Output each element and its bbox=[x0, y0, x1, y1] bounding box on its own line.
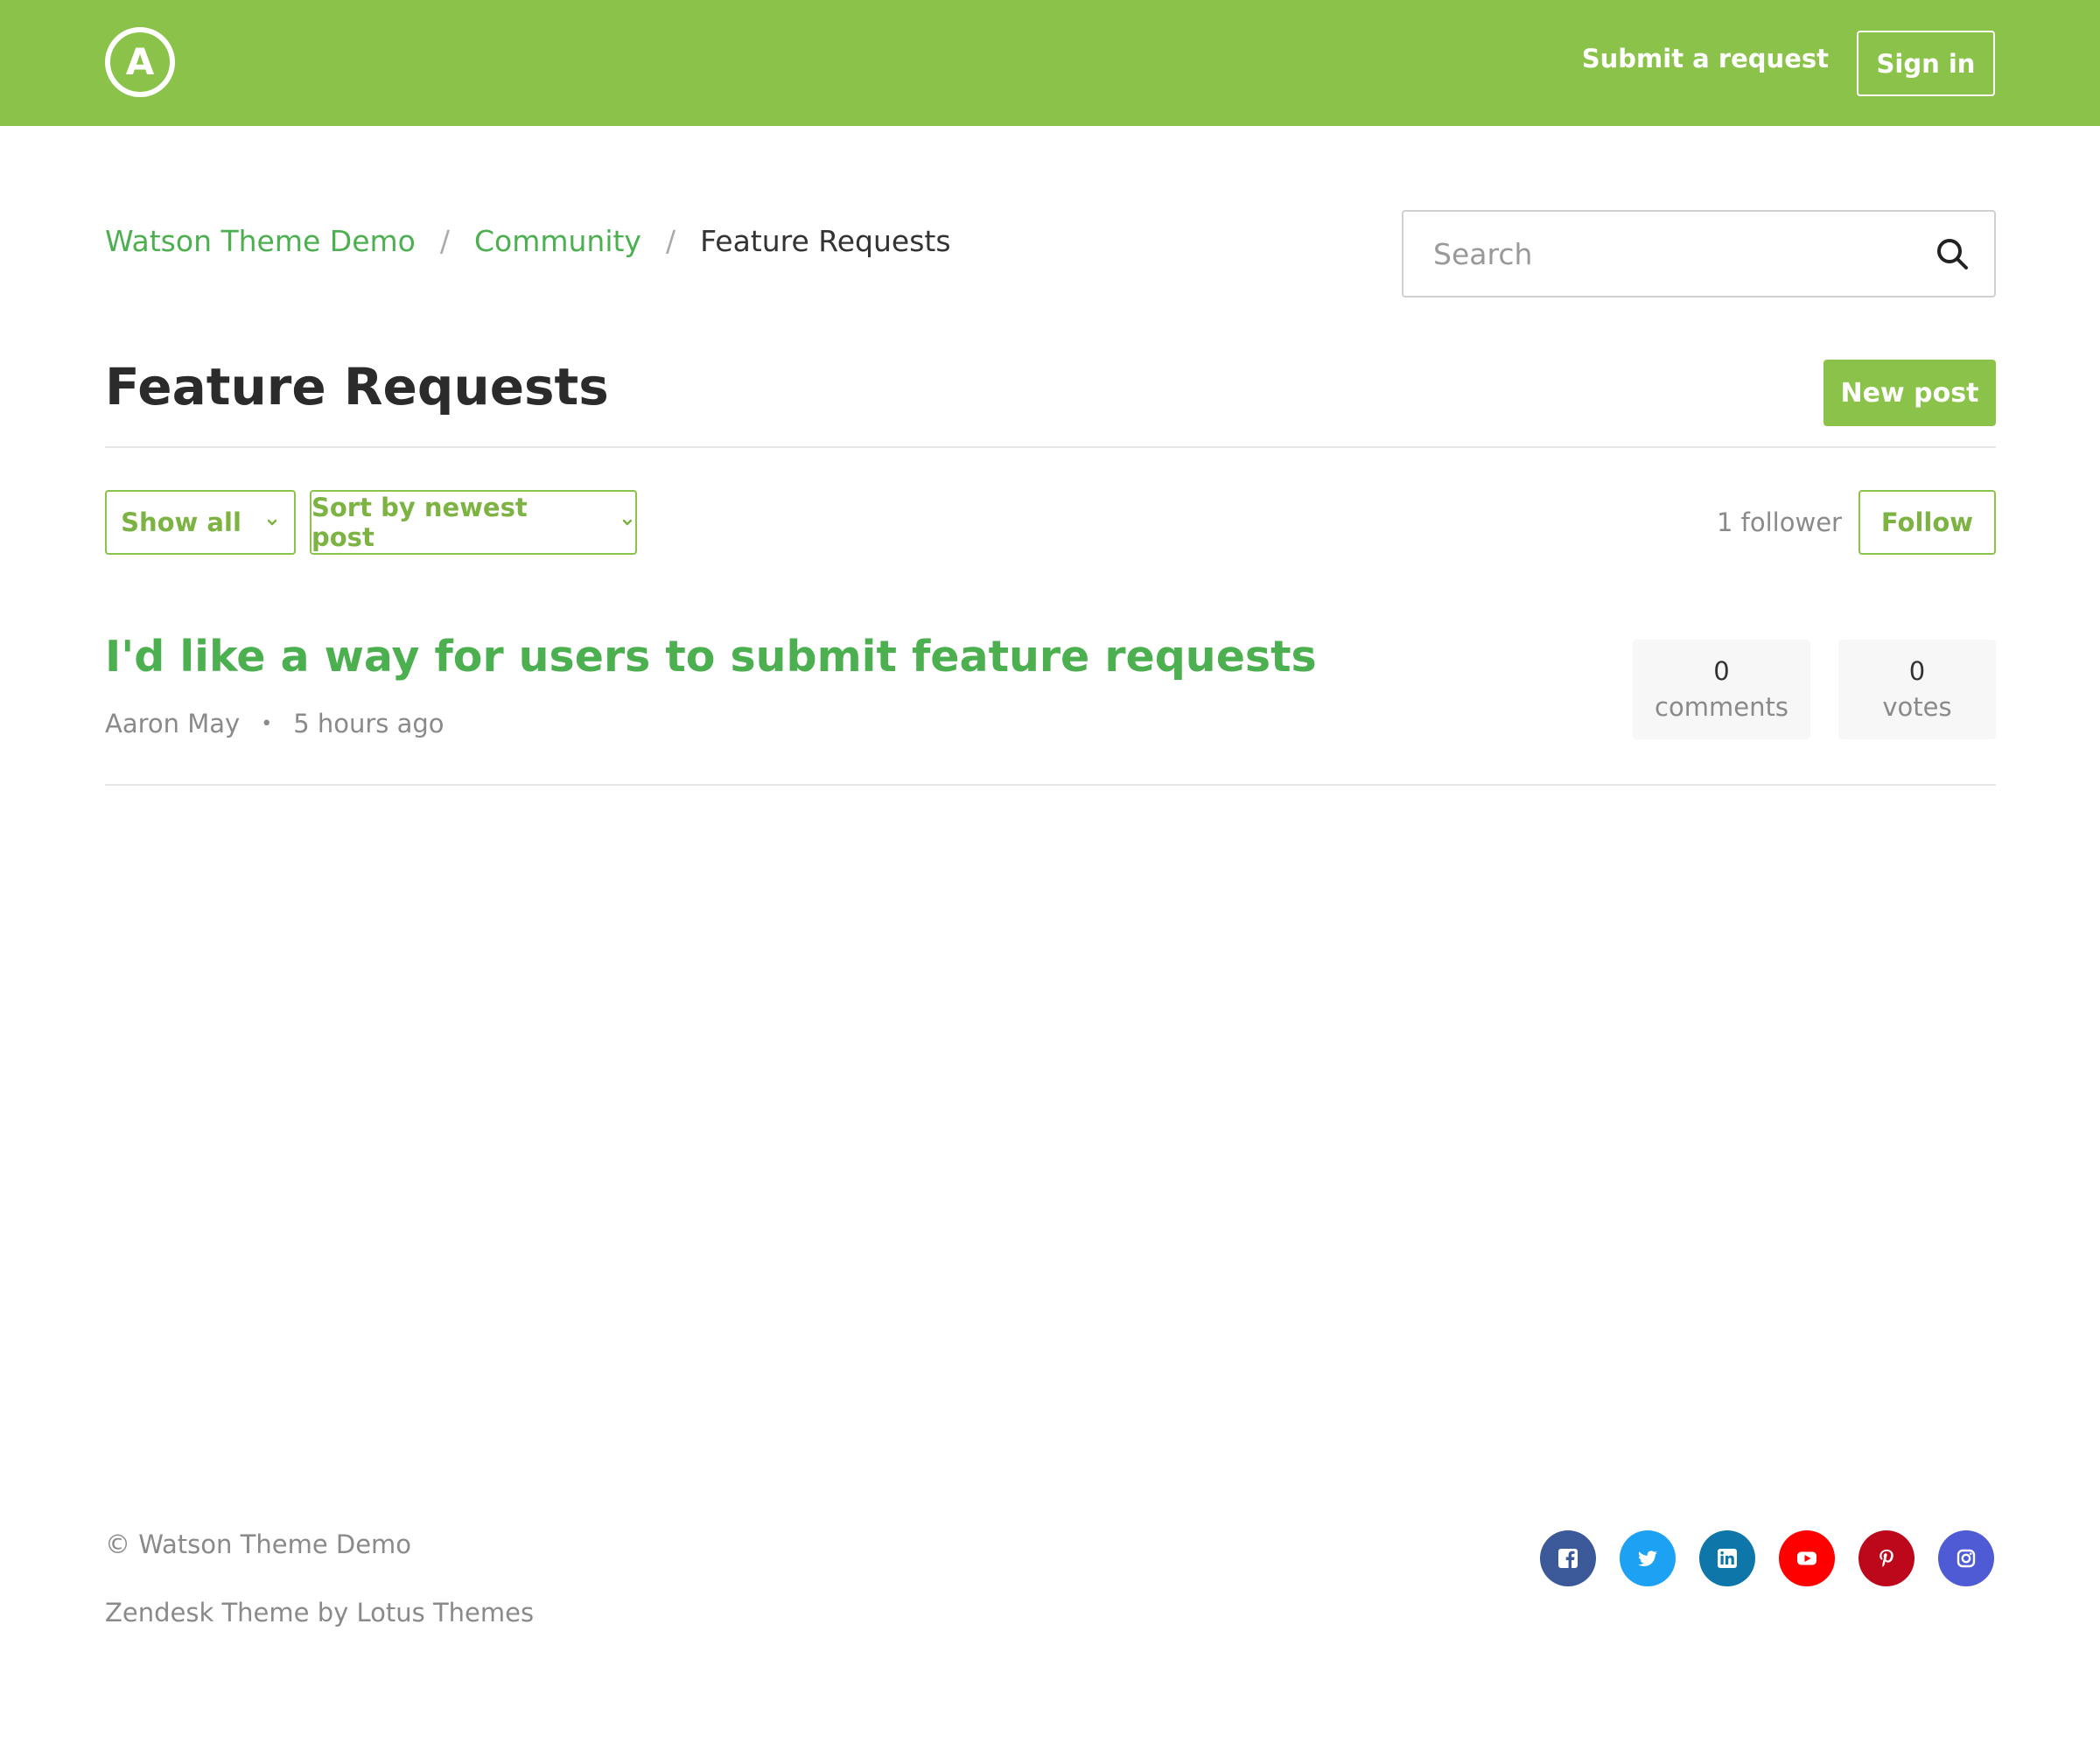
search-box bbox=[1402, 210, 1996, 298]
footer-copyright: © Watson Theme Demo bbox=[105, 1530, 412, 1559]
chevron-down-icon bbox=[622, 519, 633, 526]
instagram-glyph bbox=[1956, 1549, 1976, 1568]
votes-stat: 0 votes bbox=[1838, 640, 1996, 739]
new-post-button[interactable]: New post bbox=[1824, 360, 1996, 426]
comments-label: comments bbox=[1655, 692, 1788, 722]
post-time: 5 hours ago bbox=[293, 709, 444, 738]
instagram-icon[interactable] bbox=[1938, 1530, 1994, 1586]
twitter-icon[interactable] bbox=[1620, 1530, 1676, 1586]
post-author[interactable]: Aaron May bbox=[105, 709, 240, 738]
search-input[interactable] bbox=[1432, 235, 1890, 272]
sort-label: Sort by newest post bbox=[312, 493, 528, 552]
comments-count: 0 bbox=[1713, 656, 1730, 687]
post-title-link[interactable]: I'd like a way for users to submit featu… bbox=[105, 632, 1317, 682]
breadcrumb: Watson Theme Demo / Community / Feature … bbox=[105, 224, 951, 258]
divider bbox=[105, 446, 1996, 448]
breadcrumb-separator: / bbox=[439, 224, 450, 258]
logo-letter: A bbox=[125, 40, 155, 83]
show-all-label: Show all bbox=[121, 508, 242, 537]
sort-dropdown[interactable]: Sort by newest post bbox=[310, 490, 637, 555]
youtube-icon[interactable] bbox=[1779, 1530, 1835, 1586]
chevron-down-icon bbox=[267, 519, 277, 526]
search-icon[interactable] bbox=[1935, 236, 1970, 271]
divider bbox=[105, 784, 1996, 786]
page-title: Feature Requests bbox=[105, 357, 609, 416]
youtube-glyph bbox=[1797, 1551, 1816, 1565]
twitter-glyph bbox=[1638, 1550, 1657, 1566]
votes-label: votes bbox=[1882, 692, 1952, 722]
comments-stat: 0 comments bbox=[1633, 640, 1810, 739]
follow-button[interactable]: Follow bbox=[1858, 490, 1996, 555]
facebook-icon[interactable] bbox=[1540, 1530, 1596, 1586]
breadcrumb-item-current: Feature Requests bbox=[700, 224, 951, 258]
site-header: A Submit a request Sign in bbox=[0, 0, 2100, 126]
show-all-dropdown[interactable]: Show all bbox=[105, 490, 296, 555]
facebook-glyph bbox=[1558, 1549, 1578, 1568]
breadcrumb-separator: / bbox=[665, 224, 676, 258]
footer-credit-link[interactable]: Zendesk Theme by Lotus Themes bbox=[105, 1598, 534, 1628]
linkedin-icon[interactable] bbox=[1699, 1530, 1755, 1586]
breadcrumb-item-community[interactable]: Community bbox=[474, 224, 641, 258]
pinterest-icon[interactable] bbox=[1858, 1530, 1914, 1586]
follower-count: 1 follower bbox=[1717, 508, 1842, 537]
post-meta: Aaron May • 5 hours ago bbox=[105, 709, 444, 738]
votes-count: 0 bbox=[1908, 656, 1926, 687]
breadcrumb-item-home[interactable]: Watson Theme Demo bbox=[105, 224, 416, 258]
pinterest-glyph bbox=[1880, 1550, 1894, 1567]
linkedin-glyph bbox=[1718, 1549, 1737, 1568]
submit-request-link[interactable]: Submit a request bbox=[1582, 44, 1829, 74]
logo[interactable]: A bbox=[105, 27, 175, 97]
meta-separator: • bbox=[261, 712, 273, 735]
sign-in-button[interactable]: Sign in bbox=[1857, 31, 1995, 96]
